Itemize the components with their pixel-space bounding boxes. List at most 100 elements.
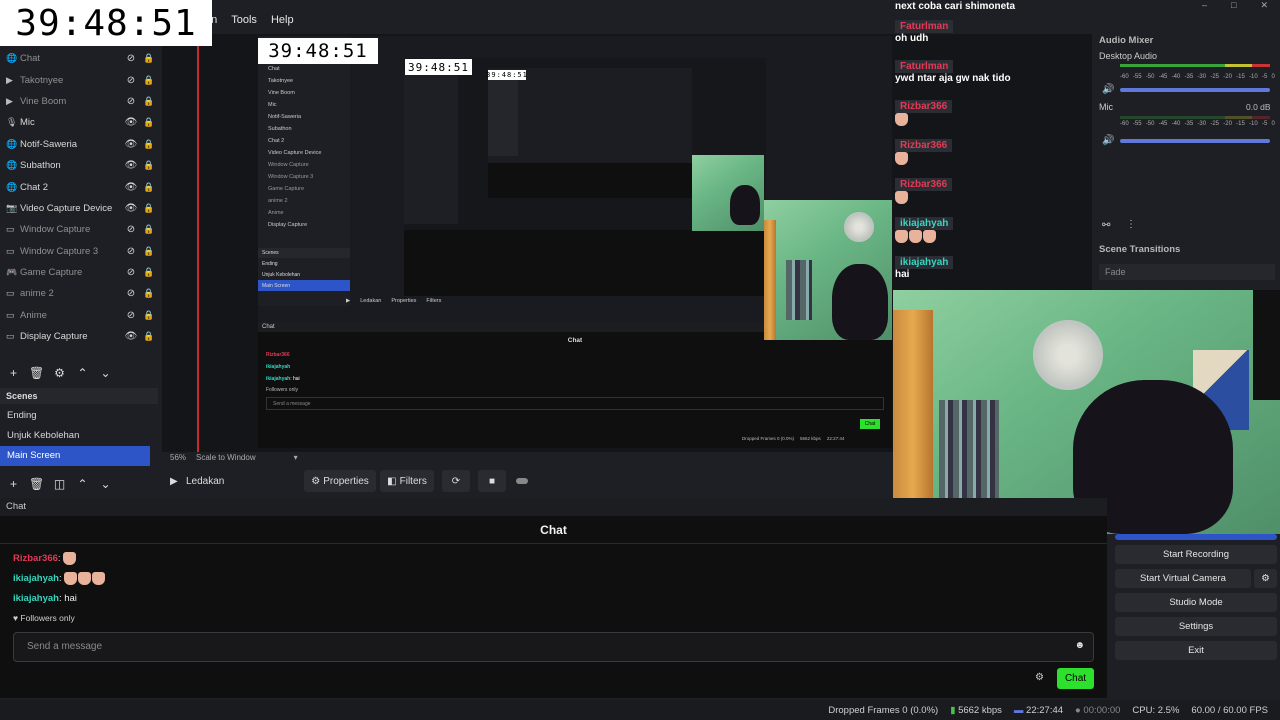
chat-settings-icon[interactable]: ⚙	[1035, 672, 1044, 683]
overlay-user: ikiajahyah	[900, 257, 949, 268]
source-item[interactable]: 🌐 Chat 2 👁 🔒	[0, 176, 158, 197]
scenes-list: Ending Unjuk Kebolehan Main Screen	[0, 406, 150, 466]
close-icon[interactable]: ✕	[1260, 0, 1268, 14]
eye-hidden-icon[interactable]: ⊘	[122, 53, 140, 64]
speaker-icon[interactable]: 🔊	[1102, 135, 1114, 146]
eye-hidden-icon[interactable]: ⊘	[122, 75, 140, 86]
mic-fader[interactable]	[1120, 139, 1270, 143]
scale-mode[interactable]: Scale to Window	[196, 453, 256, 462]
source-item[interactable]: ▭ Window Capture 3 ⊘ 🔒	[0, 241, 158, 262]
trash-icon[interactable]: 🗑	[29, 366, 44, 380]
source-item[interactable]: ▭ Window Capture ⊘ 🔒	[0, 219, 158, 240]
add-icon[interactable]: +	[6, 366, 21, 380]
source-item[interactable]: 🎙 Mic 👁 🔒	[0, 112, 158, 133]
eye-icon[interactable]: 👁	[122, 182, 140, 193]
transition-select[interactable]: Fade	[1099, 264, 1275, 280]
desktop-audio-meter	[1120, 64, 1270, 67]
lock-icon[interactable]: 🔒	[140, 53, 158, 64]
chat-send-button[interactable]: Chat	[1057, 668, 1094, 689]
chat-username[interactable]: Rizbar366	[13, 553, 58, 564]
arrow-down-icon[interactable]: ⌄	[98, 366, 113, 380]
trash-icon[interactable]: 🗑	[29, 477, 44, 491]
chat-username[interactable]: ikiajahyah	[13, 573, 59, 584]
eye-hidden-icon[interactable]: ⊘	[122, 267, 140, 278]
filter-icon[interactable]: ◫	[52, 477, 67, 491]
minimize-icon[interactable]: –	[1202, 0, 1207, 14]
eye-hidden-icon[interactable]: ⊘	[122, 224, 140, 235]
lock-icon[interactable]: 🔒	[140, 310, 158, 321]
chevron-down-icon[interactable]: ▾	[266, 453, 298, 462]
eye-icon[interactable]: 👁	[122, 203, 140, 214]
start-virtual-camera-button[interactable]: Start Virtual Camera	[1115, 569, 1251, 588]
emote-picker-icon[interactable]: ☻	[1074, 640, 1085, 651]
desktop-audio-fader[interactable]	[1120, 88, 1270, 92]
source-item[interactable]: ▶ Vine Boom ⊘ 🔒	[0, 91, 158, 112]
source-item[interactable]: 🎮 Game Capture ⊘ 🔒	[0, 262, 158, 283]
lock-icon[interactable]: 🔒	[140, 139, 158, 150]
nested-chat-user: ikiajahyah	[266, 364, 291, 370]
start-streaming-button-partial[interactable]	[1115, 534, 1277, 540]
nested-chat-send: Chat	[860, 419, 880, 429]
display-capture-icon: ▭	[6, 331, 15, 342]
lock-icon[interactable]: 🔒	[140, 267, 158, 278]
source-item[interactable]: ▭ Display Capture 👁 🔒	[0, 326, 158, 347]
eye-hidden-icon[interactable]: ⊘	[122, 246, 140, 257]
lock-icon[interactable]: 🔒	[140, 246, 158, 257]
source-item[interactable]: ▶ Takotnyee ⊘ 🔒	[0, 69, 158, 90]
menu-item-help[interactable]: Help	[271, 14, 294, 32]
lock-icon[interactable]: 🔒	[140, 331, 158, 342]
source-item[interactable]: 🌐 Subathon 👁 🔒	[0, 155, 158, 176]
eye-hidden-icon[interactable]: ⊘	[122, 288, 140, 299]
nested-source: Anime	[268, 210, 284, 216]
menu-item-tools[interactable]: Tools	[231, 14, 257, 32]
chat-username[interactable]: ikiajahyah	[13, 593, 59, 604]
eye-hidden-icon[interactable]: ⊘	[122, 310, 140, 321]
gear-icon[interactable]: ⚙	[52, 366, 67, 380]
start-recording-button[interactable]: Start Recording	[1115, 545, 1277, 564]
scene-item[interactable]: Ending	[0, 406, 150, 426]
studio-mode-button[interactable]: Studio Mode	[1115, 593, 1277, 612]
lock-icon[interactable]: 🔒	[140, 203, 158, 214]
source-item[interactable]: 🌐 Chat ⊘ 🔒	[0, 48, 158, 69]
filters-button[interactable]: ◧ Filters	[380, 470, 434, 492]
play-icon[interactable]: ▶	[162, 476, 186, 487]
arrow-down-icon[interactable]: ⌄	[98, 477, 113, 491]
lock-icon[interactable]: 🔒	[140, 224, 158, 235]
link-icon[interactable]: ⚯	[1102, 220, 1110, 231]
sources-list: 🌐 Chat ⊘ 🔒 ▶ Takotnyee ⊘ 🔒 ▶ Vine Boom ⊘ 🔒 🎙 Mic 👁 🔒…	[0, 48, 158, 347]
exit-button[interactable]: Exit	[1115, 641, 1277, 660]
add-icon[interactable]: +	[6, 477, 21, 491]
scene-item[interactable]: Unjuk Kebolehan	[0, 426, 150, 446]
stop-button[interactable]: ■	[478, 470, 506, 492]
arrow-up-icon[interactable]: ⌃	[75, 366, 90, 380]
more-vertical-icon[interactable]: ⋮	[1126, 219, 1136, 230]
maximize-icon[interactable]: □	[1231, 0, 1236, 14]
media-slider[interactable]	[516, 478, 528, 484]
lock-icon[interactable]: 🔒	[140, 96, 158, 107]
properties-button[interactable]: ⚙ Properties	[304, 470, 376, 492]
eye-icon[interactable]: 👁	[122, 139, 140, 150]
eye-icon[interactable]: 👁	[122, 331, 140, 342]
settings-button[interactable]: Settings	[1115, 617, 1277, 636]
source-item[interactable]: 🌐 Notif-Saweria 👁 🔒	[0, 134, 158, 155]
source-label: Window Capture 3	[20, 245, 99, 257]
source-item[interactable]: ▭ Anime ⊘ 🔒	[0, 305, 158, 326]
virtual-camera-settings-button[interactable]: ⚙	[1254, 569, 1277, 588]
chat-message-input[interactable]: Send a message ☻	[13, 632, 1094, 662]
lock-icon[interactable]: 🔒	[140, 75, 158, 86]
lock-icon[interactable]: 🔒	[140, 182, 158, 193]
eye-icon[interactable]: 👁	[122, 160, 140, 171]
source-label: Anime	[20, 309, 47, 321]
source-item[interactable]: 📷 Video Capture Device 👁 🔒	[0, 198, 158, 219]
source-item[interactable]: ▭ anime 2 ⊘ 🔒	[0, 283, 158, 304]
eye-icon[interactable]: 👁	[122, 117, 140, 128]
overlay-text: oh udh	[895, 33, 929, 44]
arrow-up-icon[interactable]: ⌃	[75, 477, 90, 491]
eye-hidden-icon[interactable]: ⊘	[122, 96, 140, 107]
lock-icon[interactable]: 🔒	[140, 117, 158, 128]
speaker-icon[interactable]: 🔊	[1102, 84, 1114, 95]
refresh-button[interactable]: ⟳	[442, 470, 470, 492]
lock-icon[interactable]: 🔒	[140, 288, 158, 299]
lock-icon[interactable]: 🔒	[140, 160, 158, 171]
scene-item-active[interactable]: Main Screen	[0, 446, 150, 466]
